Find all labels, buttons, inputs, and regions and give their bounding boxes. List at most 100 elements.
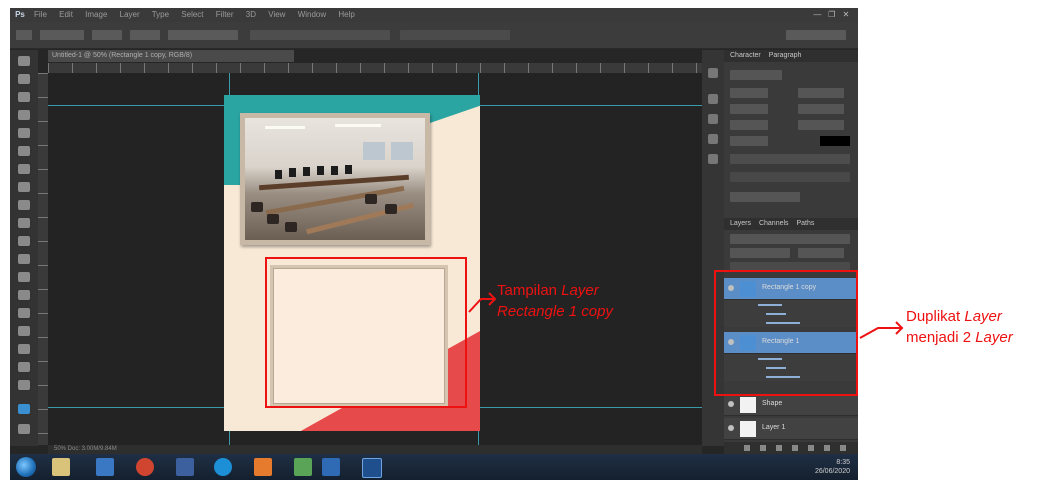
- tab-channels[interactable]: Channels: [759, 220, 789, 227]
- dodge-tool-icon[interactable]: [18, 290, 30, 300]
- menu-layer[interactable]: Layer: [120, 10, 140, 19]
- history-brush-tool-icon[interactable]: [18, 218, 30, 228]
- word-icon[interactable]: [322, 458, 340, 476]
- menu-3d[interactable]: 3D: [246, 10, 256, 19]
- menu-filter[interactable]: Filter: [216, 10, 234, 19]
- add-mask-icon[interactable]: [776, 445, 782, 451]
- color-swatches-icon[interactable]: [18, 404, 30, 414]
- leading-field[interactable]: [798, 88, 844, 98]
- opacity-field[interactable]: [798, 248, 844, 258]
- baseline-shift-field[interactable]: [730, 136, 768, 146]
- gradient-tool-icon[interactable]: [18, 254, 30, 264]
- history-panel-icon[interactable]: [708, 68, 718, 78]
- brush-tool-icon[interactable]: [18, 182, 30, 192]
- clone-stamp-tool-icon[interactable]: [18, 200, 30, 210]
- new-layer-icon[interactable]: [824, 445, 830, 451]
- layer-row-shape[interactable]: Shape: [724, 394, 858, 416]
- lasso-tool-icon[interactable]: [18, 92, 30, 102]
- blur-tool-icon[interactable]: [18, 272, 30, 282]
- monitor: [345, 165, 352, 174]
- hand-tool-icon[interactable]: [18, 380, 30, 390]
- layers-callout-italic-2: Layer: [975, 329, 1013, 346]
- menu-help[interactable]: Help: [338, 10, 354, 19]
- rectangle-tool-icon[interactable]: [18, 362, 30, 372]
- move-tool-icon[interactable]: [18, 56, 30, 66]
- file-explorer-icon[interactable]: [52, 458, 70, 476]
- tab-paths[interactable]: Paths: [797, 220, 815, 227]
- font-size-field[interactable]: [730, 88, 768, 98]
- browser-icon[interactable]: [136, 458, 154, 476]
- type-style-buttons[interactable]: [730, 154, 850, 164]
- adjustment-layer-icon[interactable]: [792, 445, 798, 451]
- align-options[interactable]: [400, 30, 510, 40]
- eraser-tool-icon[interactable]: [18, 236, 30, 246]
- menu-type[interactable]: Type: [152, 10, 169, 19]
- menu-file[interactable]: File: [34, 10, 47, 19]
- layer-filter-bar[interactable]: [730, 234, 850, 244]
- type-tool-icon[interactable]: [18, 326, 30, 336]
- fx-icon[interactable]: [760, 445, 766, 451]
- pen-tool-icon[interactable]: [18, 308, 30, 318]
- text-color-swatch[interactable]: [820, 136, 850, 146]
- mail-app-icon[interactable]: [176, 458, 194, 476]
- classroom-photo[interactable]: [240, 113, 430, 245]
- dimension-fields[interactable]: [250, 30, 390, 40]
- font-family-select[interactable]: [730, 70, 782, 80]
- marquee-tool-icon[interactable]: [18, 74, 30, 84]
- windows-taskbar: 8:35 26/06/2020: [10, 454, 858, 480]
- layer-name[interactable]: Layer 1: [762, 423, 785, 433]
- tool-preset-picker[interactable]: [16, 30, 32, 40]
- shape-mode-select[interactable]: [40, 30, 84, 40]
- swatches-panel-icon[interactable]: [708, 154, 718, 164]
- media-player-icon[interactable]: [96, 458, 114, 476]
- workspace-switcher[interactable]: [786, 30, 846, 40]
- blend-mode-select[interactable]: [730, 248, 790, 258]
- healing-tool-icon[interactable]: [18, 164, 30, 174]
- layer-name[interactable]: Shape: [762, 399, 782, 409]
- stroke-width-field[interactable]: [168, 30, 238, 40]
- stroke-swatch[interactable]: [130, 30, 160, 40]
- visibility-eye-icon[interactable]: [728, 401, 734, 407]
- minimize-button[interactable]: —: [812, 8, 824, 22]
- eyedropper-tool-icon[interactable]: [18, 146, 30, 156]
- photoshop-taskbar-icon[interactable]: [362, 458, 382, 478]
- status-bar: 50% Doc: 3.00M/9.84M: [48, 445, 702, 454]
- powerpoint-icon[interactable]: [254, 458, 272, 476]
- visibility-eye-icon[interactable]: [728, 425, 734, 431]
- brush-panel-icon[interactable]: [708, 134, 718, 144]
- tracking-field[interactable]: [798, 104, 844, 114]
- excel-icon[interactable]: [294, 458, 312, 476]
- horizontal-scale-field[interactable]: [798, 120, 844, 130]
- menu-edit[interactable]: Edit: [59, 10, 73, 19]
- layer-row-layer-1[interactable]: Layer 1: [724, 418, 858, 440]
- path-select-tool-icon[interactable]: [18, 344, 30, 354]
- system-tray-clock[interactable]: 8:35 26/06/2020: [815, 458, 850, 476]
- canvas-callout-line-1: Tampilan Layer: [497, 280, 613, 301]
- language-select[interactable]: [730, 192, 800, 202]
- maximize-button[interactable]: ❐: [826, 8, 838, 22]
- menu-window[interactable]: Window: [298, 10, 326, 19]
- internet-explorer-icon[interactable]: [214, 458, 232, 476]
- document-tab[interactable]: Untitled-1 @ 50% (Rectangle 1 copy, RGB/…: [48, 50, 294, 62]
- tab-character[interactable]: Character: [730, 52, 761, 59]
- quick-mask-icon[interactable]: [18, 424, 30, 434]
- trash-icon[interactable]: [840, 445, 846, 451]
- fill-swatch[interactable]: [92, 30, 122, 40]
- menu-view[interactable]: View: [268, 10, 285, 19]
- tab-layers[interactable]: Layers: [730, 220, 751, 227]
- menu-image[interactable]: Image: [85, 10, 107, 19]
- paragraph-panel-icon[interactable]: [708, 114, 718, 124]
- start-button-icon[interactable]: [16, 457, 36, 477]
- new-group-icon[interactable]: [808, 445, 814, 451]
- character-panel-icon[interactable]: [708, 94, 718, 104]
- quick-select-tool-icon[interactable]: [18, 110, 30, 120]
- kerning-field[interactable]: [730, 104, 768, 114]
- menu-select[interactable]: Select: [181, 10, 203, 19]
- vertical-scale-field[interactable]: [730, 120, 768, 130]
- tab-paragraph[interactable]: Paragraph: [769, 52, 802, 59]
- close-button[interactable]: ✕: [840, 8, 852, 22]
- link-layers-icon[interactable]: [744, 445, 750, 451]
- layers-callout-line-2: menjadi 2 Layer: [906, 327, 1013, 348]
- opentype-buttons[interactable]: [730, 172, 850, 182]
- crop-tool-icon[interactable]: [18, 128, 30, 138]
